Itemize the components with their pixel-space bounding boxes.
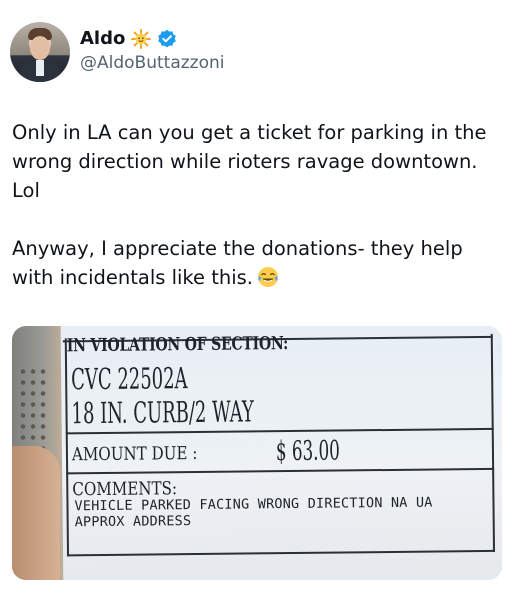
face-with-tears-of-joy-icon: [257, 266, 279, 288]
author-handle[interactable]: @AldoButtazzoni: [80, 53, 224, 73]
section-header: IN VIOLATION OF SECTION:: [66, 333, 289, 357]
ticket-photo[interactable]: IN VIOLATION OF SECTION: CVC 22502A 18 I…: [12, 326, 502, 580]
violation-description: 18 IN. CURB/2 WAY: [71, 394, 254, 431]
violation-code: CVC 22502A: [70, 361, 188, 397]
author-name[interactable]: Aldo: [80, 28, 125, 49]
tweet-header: Aldo @AldoButtazzoni: [10, 20, 504, 82]
comments-line-1: VEHICLE PARKED FACING WRONG DIRECTION NA…: [74, 494, 433, 515]
name-row: Aldo: [80, 28, 177, 49]
amount-due: $ 63.00: [275, 435, 341, 468]
comments-line-2: APPROX ADDRESS: [74, 513, 192, 531]
parking-ticket: IN VIOLATION OF SECTION: CVC 22502A 18 I…: [60, 326, 502, 580]
verified-badge-icon[interactable]: [157, 29, 177, 49]
photo-background: [12, 326, 68, 580]
amount-label: AMOUNT DUE :: [71, 442, 198, 466]
sun-emoji-icon: [131, 28, 152, 49]
tweet-text: Only in LA can you get a ticket for park…: [12, 118, 502, 292]
tweet-body: Only in LA can you get a ticket for park…: [12, 121, 487, 289]
avatar[interactable]: [10, 22, 70, 82]
